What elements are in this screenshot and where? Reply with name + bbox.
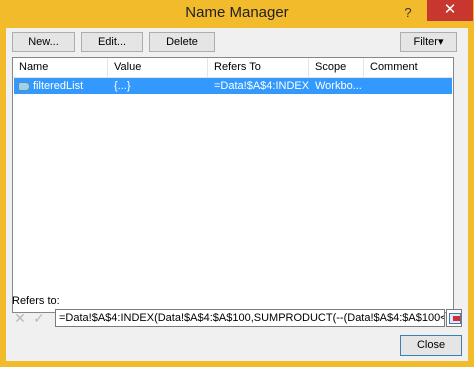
close-button[interactable]: Close <box>400 335 462 356</box>
help-button[interactable]: ? <box>395 3 421 23</box>
chevron-down-icon: ▾ <box>437 36 444 48</box>
refers-to-input[interactable]: =Data!$A$4:INDEX(Data!$A$4:$A$100,SUMPRO… <box>55 309 445 327</box>
refers-to-label: Refers to: <box>12 295 60 307</box>
collapse-dialog-button[interactable] <box>446 309 462 327</box>
dialog-body: New... Edit... Delete Filter▾ Name Value… <box>6 28 468 361</box>
filter-label: Filter <box>413 36 438 48</box>
list-header: Name Value Refers To Scope Comment <box>13 58 453 78</box>
delete-button[interactable]: Delete <box>149 32 215 52</box>
row-refers-to: =Data!$A$4:INDEX(... <box>214 80 309 92</box>
row-comment <box>364 78 452 94</box>
range-arrow-icon <box>453 316 460 321</box>
names-list[interactable]: Name Value Refers To Scope Comment filte… <box>12 57 454 313</box>
confirm-edit-icon[interactable]: ✓ <box>31 310 47 326</box>
table-row[interactable]: filteredList {...} =Data!$A$4:INDEX(... … <box>14 78 452 94</box>
window-close-button[interactable]: ✕ <box>427 0 473 21</box>
name-manager-window: Name Manager ? ✕ New... Edit... Delete F… <box>0 0 474 367</box>
edit-button[interactable]: Edit... <box>81 32 143 52</box>
filter-button[interactable]: Filter▾ <box>400 32 457 52</box>
column-header-scope[interactable]: Scope <box>309 58 364 77</box>
new-button[interactable]: New... <box>12 32 75 52</box>
row-name: filteredList <box>33 80 84 92</box>
row-scope: Workbo... <box>315 80 362 92</box>
column-header-name[interactable]: Name <box>13 58 108 77</box>
column-header-value[interactable]: Value <box>108 58 208 77</box>
title-bar[interactable]: Name Manager ? ✕ <box>0 0 474 28</box>
row-value: {...} <box>114 80 131 92</box>
cancel-edit-icon[interactable]: ✕ <box>12 310 28 326</box>
column-header-refers-to[interactable]: Refers To <box>208 58 309 77</box>
column-header-comment[interactable]: Comment <box>364 58 453 77</box>
